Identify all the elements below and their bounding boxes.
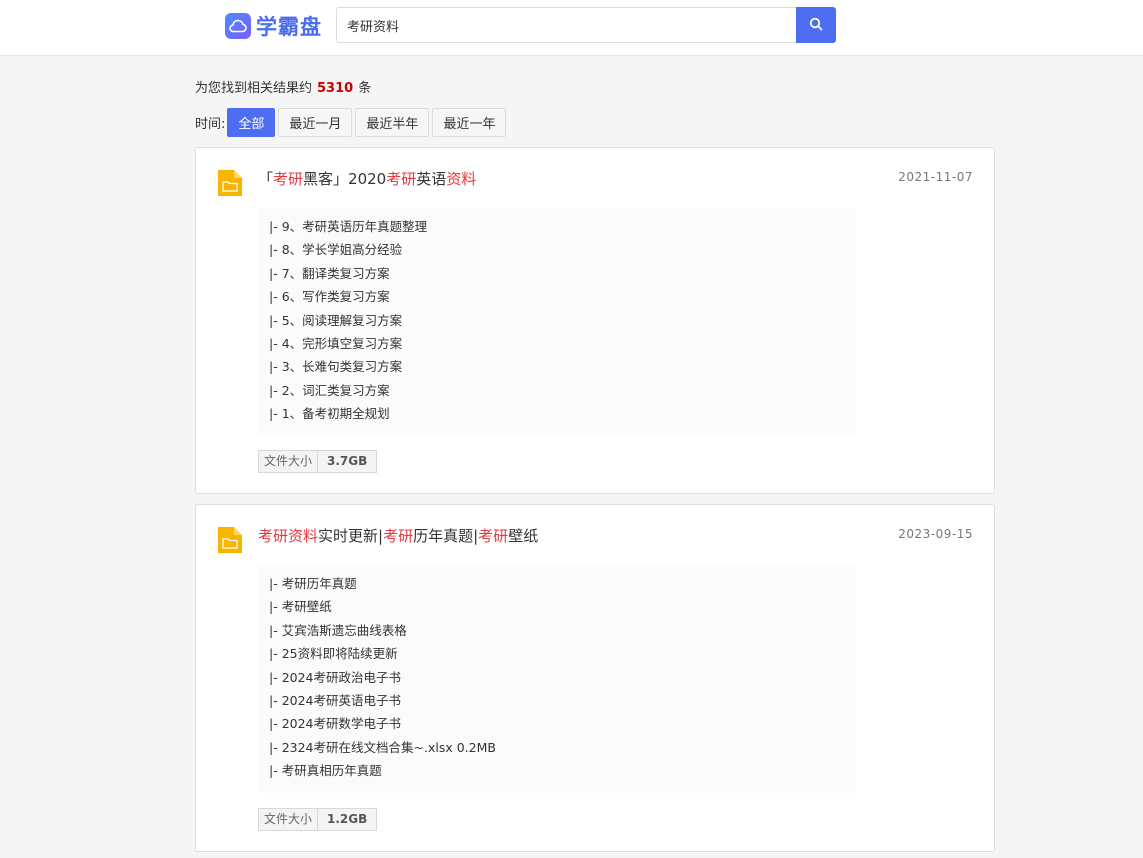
file-list-item: |- 考研历年真题 bbox=[269, 576, 357, 591]
result-title-link[interactable]: 考研资料实时更新|考研历年真题|考研壁纸 bbox=[258, 525, 538, 546]
file-list-item: |- 4、完形填空复习方案 bbox=[269, 335, 403, 351]
file-size-value: 1.2GB bbox=[318, 809, 377, 830]
file-list-item: |- 2、词汇类复习方案 bbox=[269, 382, 390, 398]
file-list-item: |- 25资料即将陆续更新 bbox=[269, 646, 398, 662]
file-size-label: 文件大小 bbox=[259, 809, 319, 830]
search-input[interactable] bbox=[336, 7, 797, 43]
title-highlight-keyword: 考研 bbox=[386, 170, 417, 188]
title-text-segment: 历年真题| bbox=[413, 527, 479, 545]
header-bar: 学霸盘 bbox=[0, 0, 1143, 56]
title-highlight-keyword: 考研 bbox=[383, 527, 414, 545]
file-list-item: |- 2024考研数学电子书 bbox=[269, 716, 402, 732]
result-count: 5310 bbox=[317, 81, 354, 96]
file-list-item: |- 5、阅读理解复习方案 bbox=[269, 312, 403, 328]
filter-label: 时间: bbox=[195, 116, 226, 132]
title-highlight-keyword: 考研 bbox=[273, 170, 304, 188]
result-card: 「考研黑客」2020考研英语资料 2021-11-07 |- 9、考研英语历年真… bbox=[195, 147, 995, 494]
file-list-item: |- 1、备考初期全规划 bbox=[269, 406, 390, 422]
result-date: 2023-09-15 bbox=[898, 527, 973, 541]
file-list-item: |- 考研壁纸 bbox=[269, 599, 332, 615]
time-filter: 时间: 全部 最近一月 最近半年 最近一年 bbox=[195, 107, 509, 137]
title-highlight-keyword: 考研 bbox=[478, 527, 509, 545]
folder-icon bbox=[216, 525, 244, 555]
title-text-segment: 实时更新| bbox=[318, 527, 384, 545]
title-text-segment: 黑客」2020 bbox=[303, 170, 387, 188]
file-size-tag: 文件大小 3.7GB bbox=[258, 450, 378, 473]
file-list-item: |- 艾宾浩斯遗忘曲线表格 bbox=[269, 622, 407, 638]
title-highlight-keyword: 资料 bbox=[446, 170, 477, 188]
file-list: |- 9、考研英语历年真题整理 |- 8、学长学姐高分经验 |- 7、翻译类复习… bbox=[258, 208, 856, 436]
file-size-tag: 文件大小 1.2GB bbox=[258, 808, 378, 831]
file-list-item: |- 2024考研政治电子书 bbox=[269, 669, 402, 685]
filter-month-button[interactable]: 最近一月 bbox=[278, 107, 353, 137]
site-logo[interactable]: 学霸盘 bbox=[225, 12, 322, 40]
title-highlight-keyword: 考研 bbox=[258, 527, 289, 545]
summary-prefix: 为您找到相关结果约 bbox=[195, 81, 313, 96]
file-list-item: |- 2024考研英语电子书 bbox=[269, 692, 402, 708]
title-text-segment: 英语 bbox=[416, 170, 447, 188]
file-list-item: |- 9、考研英语历年真题整理 bbox=[269, 219, 428, 234]
search-icon bbox=[809, 17, 823, 34]
title-highlight-keyword: 资料 bbox=[288, 527, 319, 545]
file-list-item: |- 6、写作类复习方案 bbox=[269, 289, 390, 305]
logo-text: 学霸盘 bbox=[256, 15, 322, 39]
result-title-link[interactable]: 「考研黑客」2020考研英语资料 bbox=[258, 168, 476, 189]
file-list: |- 考研历年真题 |- 考研壁纸 |- 艾宾浩斯遗忘曲线表格 |- 25资料即… bbox=[258, 565, 856, 793]
search-button[interactable] bbox=[796, 7, 836, 43]
summary-suffix: 条 bbox=[358, 81, 372, 96]
file-size-value: 3.7GB bbox=[318, 451, 377, 472]
file-list-item: |- 7、翻译类复习方案 bbox=[269, 265, 390, 281]
cloud-icon bbox=[225, 13, 251, 39]
result-summary: 为您找到相关结果约 5310 条 bbox=[195, 77, 371, 96]
file-list-item: |- 2324考研在线文档合集~.xlsx 0.2MB bbox=[269, 739, 496, 755]
filter-half-year-button[interactable]: 最近半年 bbox=[355, 107, 430, 137]
folder-icon bbox=[216, 168, 244, 198]
result-date: 2021-11-07 bbox=[898, 170, 973, 184]
filter-year-button[interactable]: 最近一年 bbox=[432, 107, 507, 137]
filter-all-button[interactable]: 全部 bbox=[227, 107, 276, 137]
file-list-item: |- 3、长难句类复习方案 bbox=[269, 359, 403, 375]
file-size-label: 文件大小 bbox=[259, 451, 319, 472]
title-text-segment: 壁纸 bbox=[508, 527, 539, 545]
file-list-item: |- 考研真相历年真题 bbox=[269, 763, 382, 779]
result-card: 考研资料实时更新|考研历年真题|考研壁纸 2023-09-15 |- 考研历年真… bbox=[195, 504, 995, 852]
file-list-item: |- 8、学长学姐高分经验 bbox=[269, 242, 403, 258]
title-text-segment: 「 bbox=[258, 170, 274, 188]
